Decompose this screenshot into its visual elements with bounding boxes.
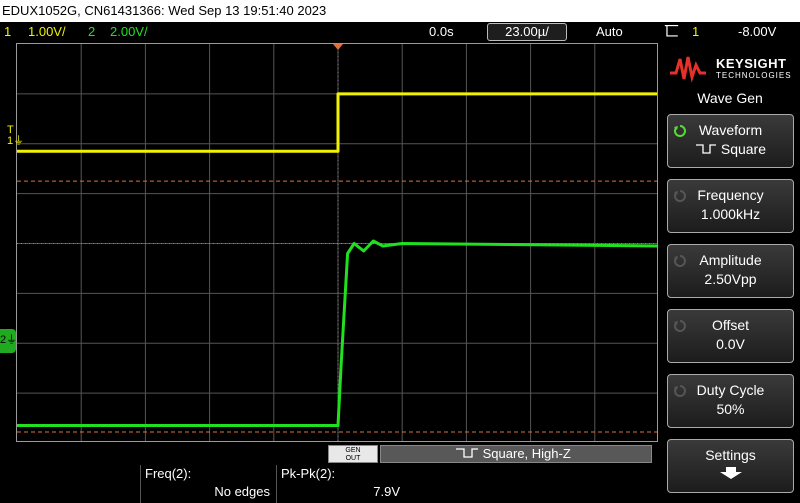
softkey-offset[interactable]: Offset 0.0V bbox=[667, 309, 794, 363]
waveform-svg bbox=[17, 44, 657, 441]
keysight-logo: KEYSIGHT TECHNOLOGIES bbox=[668, 47, 796, 87]
softkey-settings-label: Settings bbox=[705, 447, 756, 463]
window-title-bar: EDUX1052G, CN61431366: Wed Sep 13 19:51:… bbox=[0, 0, 800, 22]
entry-knob-icon bbox=[674, 190, 686, 202]
time-delay[interactable]: 0.0s bbox=[429, 22, 454, 42]
ch2-number: 2 bbox=[88, 24, 96, 39]
softkey-panel: KEYSIGHT TECHNOLOGIES Wave Gen Waveform … bbox=[660, 43, 800, 503]
gen-out-badge: GEN OUT bbox=[328, 445, 378, 463]
measurement-freq-label: Freq(2): bbox=[145, 466, 192, 481]
ch1-number: 1 bbox=[4, 24, 12, 39]
trigger-source: 1 bbox=[692, 24, 700, 39]
softkey-frequency-value: 1.000kHz bbox=[700, 206, 761, 222]
softkey-amplitude[interactable]: Amplitude 2.50Vpp bbox=[667, 244, 794, 298]
menu-title: Wave Gen bbox=[697, 90, 763, 106]
softkey-frequency[interactable]: Frequency 1.000kHz bbox=[667, 179, 794, 233]
gen-out-line1: GEN bbox=[345, 447, 361, 454]
trigger-position-marker bbox=[333, 44, 343, 50]
timebase-box[interactable]: 23.00µ/ bbox=[487, 23, 567, 41]
square-wave-icon bbox=[456, 448, 478, 458]
trigger-edge-icon: ⼖ bbox=[664, 23, 680, 40]
measurement-pkpk-label: Pk-Pk(2): bbox=[281, 466, 336, 481]
ch1-marker-label: 1 bbox=[7, 135, 14, 147]
softkey-waveform-value: Square bbox=[668, 141, 793, 157]
trigger-level[interactable]: -8.00V bbox=[738, 22, 776, 42]
entry-knob-icon bbox=[674, 320, 686, 332]
entry-knob-icon-active bbox=[674, 125, 686, 137]
measurement-pkpk-value: 7.9V bbox=[373, 484, 400, 499]
ch2-scale[interactable]: 2.00V/ bbox=[110, 22, 148, 42]
softkey-settings[interactable]: Settings bbox=[667, 439, 794, 493]
measurement-freq[interactable]: Freq(2): No edges bbox=[140, 465, 276, 503]
softkey-waveform[interactable]: Waveform Square bbox=[667, 114, 794, 168]
entry-knob-icon bbox=[674, 385, 686, 397]
square-wave-icon bbox=[695, 144, 716, 154]
ch2-ground-marker[interactable]: 2⏚ bbox=[0, 329, 17, 353]
brand-subtitle: TECHNOLOGIES bbox=[716, 71, 792, 80]
softkey-waveform-value-text: Square bbox=[720, 141, 767, 157]
gen-status-text: Square, High-Z bbox=[482, 446, 571, 461]
gen-status: Square, High-Z bbox=[380, 445, 652, 463]
gen-out-line2: OUT bbox=[345, 455, 361, 462]
trigger-level-marker[interactable]: T 1⏚ bbox=[7, 125, 24, 147]
timebase-value: 23.00µ/ bbox=[505, 24, 549, 39]
measurement-freq-value: No edges bbox=[214, 484, 270, 499]
softkey-amplitude-value: 2.50Vpp bbox=[704, 271, 757, 287]
trace-ch1 bbox=[17, 92, 657, 153]
softkey-offset-value: 0.0V bbox=[716, 336, 745, 352]
entry-knob-icon bbox=[674, 255, 686, 267]
submenu-arrow-icon bbox=[719, 467, 742, 479]
ch1-scale[interactable]: 1.00V/ bbox=[28, 22, 66, 42]
softkey-duty-cycle-value: 50% bbox=[716, 401, 745, 417]
window-title: EDUX1052G, CN61431366: Wed Sep 13 19:51:… bbox=[2, 3, 327, 18]
wavegen-status-bar: GEN OUT Square, High-Z bbox=[0, 445, 660, 463]
softkey-duty-cycle[interactable]: Duty Cycle 50% bbox=[667, 374, 794, 428]
keysight-wave-icon bbox=[670, 56, 706, 83]
status-bar: 1 1.00V/ 2 2.00V/ 0.0s 23.00µ/ Auto ⼖ 1 … bbox=[0, 22, 800, 42]
measurement-bar: Freq(2): No edges Pk-Pk(2): 7.9V bbox=[0, 465, 660, 503]
waveform-display bbox=[16, 43, 658, 442]
ch2-marker-label: 2 bbox=[0, 334, 7, 346]
trigger-mode[interactable]: Auto bbox=[596, 22, 623, 42]
measurement-pkpk[interactable]: Pk-Pk(2): 7.9V bbox=[276, 465, 406, 503]
brand-name: KEYSIGHT bbox=[716, 56, 787, 71]
